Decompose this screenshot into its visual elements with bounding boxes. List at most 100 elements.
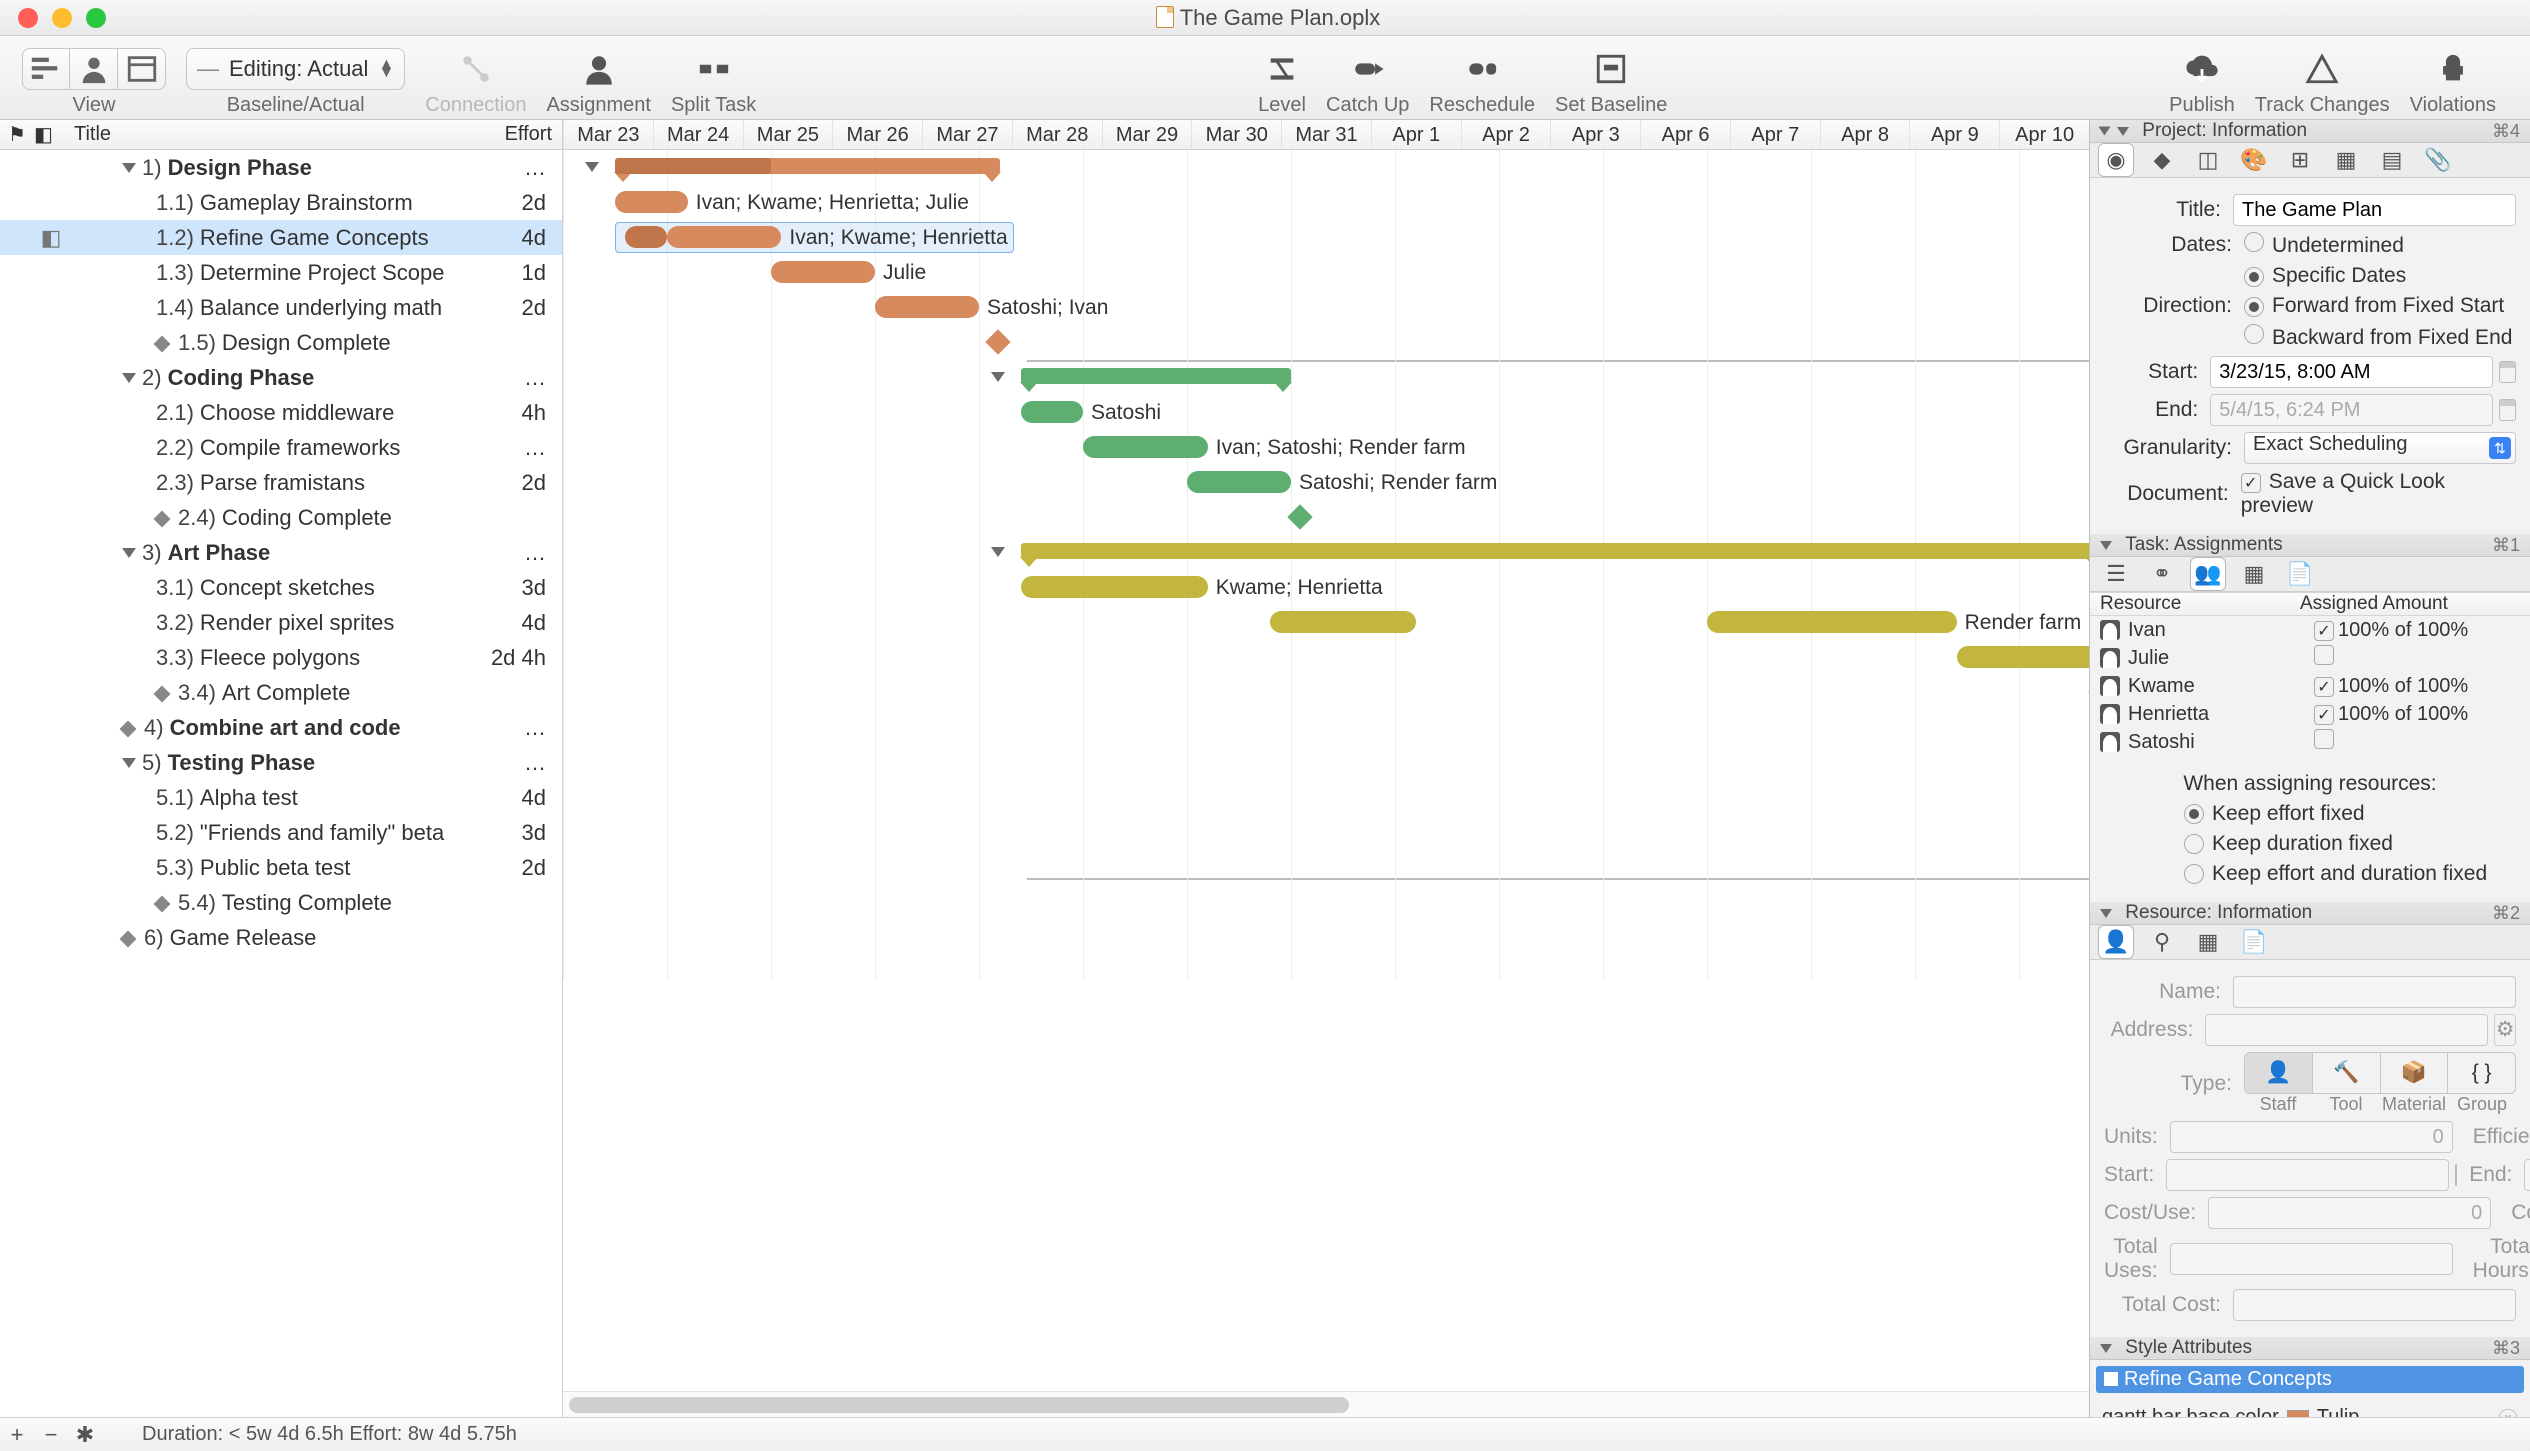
inspector-tab-format[interactable]: ⊞ <box>2282 143 2318 177</box>
resource-address-input <box>2205 1014 2488 1046</box>
resource-row[interactable]: Satoshi <box>2090 728 2530 756</box>
outline-row[interactable]: 3.1)Concept sketches 3d <box>0 570 562 605</box>
project-title-input[interactable] <box>2233 194 2516 226</box>
assign-checkbox[interactable] <box>2314 729 2334 749</box>
publish-button[interactable] <box>2178 48 2226 90</box>
quicklook-checkbox[interactable] <box>2241 473 2261 493</box>
resource-row[interactable]: Henrietta100% of 100% <box>2090 700 2530 728</box>
task-tab-5[interactable]: 📄 <box>2282 557 2318 591</box>
inspector-tab-dates[interactable]: ◫ <box>2190 143 2226 177</box>
remove-button[interactable]: − <box>34 1422 68 1448</box>
resource-type-segment[interactable]: 👤🔨📦{ } <box>2244 1052 2516 1094</box>
assign-checkbox[interactable] <box>2314 705 2334 725</box>
outline-row[interactable]: 4)Combine art and code … <box>0 710 562 745</box>
outline-row[interactable]: 2.4)Coding Complete <box>0 500 562 535</box>
outline-row[interactable]: 1)Design Phase … <box>0 150 562 185</box>
connection-button[interactable] <box>452 48 500 90</box>
res-tab-info[interactable]: 👤 <box>2098 925 2134 959</box>
outline-row[interactable]: 1.4)Balance underlying math 2d <box>0 290 562 325</box>
col-effort[interactable]: Effort <box>472 123 562 146</box>
inspector-tab-cal[interactable]: ▦ <box>2328 143 2364 177</box>
outline-row[interactable]: 5.3)Public beta test 2d <box>0 850 562 885</box>
res-tab-2[interactable]: ⚲ <box>2144 925 2180 959</box>
resource-row[interactable]: Ivan100% of 100% <box>2090 616 2530 644</box>
gear-icon[interactable]: ⚙ <box>2494 1014 2516 1046</box>
add-button[interactable]: + <box>0 1422 34 1448</box>
outline-row[interactable]: 2.2)Compile frameworks … <box>0 430 562 465</box>
person-icon <box>2100 648 2120 668</box>
outline-row[interactable]: 3)Art Phase … <box>0 535 562 570</box>
outline-row[interactable]: 3.2)Render pixel sprites 4d <box>0 605 562 640</box>
outline-row[interactable]: 1.1)Gameplay Brainstorm 2d <box>0 185 562 220</box>
granularity-select[interactable]: Exact Scheduling⇅ <box>2244 432 2516 464</box>
person-icon <box>2100 732 2120 752</box>
assign-checkbox[interactable] <box>2314 677 2334 697</box>
task-tab-2[interactable]: ⚭ <box>2144 557 2180 591</box>
assign-checkbox[interactable] <box>2314 645 2334 665</box>
view-resource-button[interactable] <box>70 48 118 90</box>
inspector-tab-milestone[interactable]: ◆ <box>2144 143 2180 177</box>
outline-row[interactable]: 6)Game Release <box>0 920 562 955</box>
style-selection[interactable]: Refine Game Concepts <box>2096 1366 2524 1393</box>
resource-name-input <box>2233 976 2516 1008</box>
view-calendar-button[interactable] <box>118 48 166 90</box>
outline-row[interactable]: 1.3)Determine Project Scope 1d <box>0 255 562 290</box>
outline-row[interactable]: 5.1)Alpha test 4d <box>0 780 562 815</box>
violations-button[interactable] <box>2429 48 2477 90</box>
zoom-window-button[interactable] <box>86 8 106 28</box>
keep-duration-radio[interactable] <box>2184 834 2204 854</box>
set-baseline-button[interactable] <box>1587 48 1635 90</box>
outline-row[interactable]: 3.3)Fleece polygons 2d 4h <box>0 640 562 675</box>
direction-forward-radio[interactable] <box>2244 297 2264 317</box>
direction-backward-radio[interactable] <box>2244 324 2264 344</box>
assign-checkbox[interactable] <box>2314 621 2334 641</box>
inspector-tab-table[interactable]: ▤ <box>2374 143 2410 177</box>
baseline-select[interactable]: — Editing: Actual ▲▼ <box>186 48 405 90</box>
outline-row[interactable]: ◧ 1.2)Refine Game Concepts 4d <box>0 220 562 255</box>
task-tab-assignments[interactable]: 👥 <box>2190 557 2226 591</box>
gantt-scrollbar[interactable] <box>563 1391 2089 1417</box>
res-tab-4[interactable]: 📄 <box>2236 925 2272 959</box>
inspector-tab-info[interactable]: ◉ <box>2098 143 2134 177</box>
outline-row[interactable]: 2.1)Choose middleware 4h <box>0 395 562 430</box>
task-tab-1[interactable]: ☰ <box>2098 557 2134 591</box>
action-menu-button[interactable]: ✱ <box>68 1422 102 1448</box>
outline-row[interactable]: 5.2)"Friends and family" beta 3d <box>0 815 562 850</box>
color-swatch[interactable] <box>2287 1410 2309 1418</box>
close-window-button[interactable] <box>18 8 38 28</box>
split-task-button[interactable] <box>690 48 738 90</box>
calendar-icon[interactable] <box>2499 361 2516 383</box>
dates-specific-radio[interactable] <box>2244 267 2264 287</box>
keep-effort-radio[interactable] <box>2184 804 2204 824</box>
toolbar: View — Editing: Actual ▲▼ Baseline/Actua… <box>0 36 2530 120</box>
task-outline[interactable]: ⚑ ◧ Title Effort 1)Design Phase … 1.1)Ga… <box>0 120 563 1417</box>
clear-style-button[interactable]: ⓧ <box>2498 1403 2518 1417</box>
status-bar: + − ✱ Duration: < 5w 4d 6.5h Effort: 8w … <box>0 1417 2530 1451</box>
outline-row[interactable]: 3.4)Art Complete <box>0 675 562 710</box>
outline-row[interactable]: 5.4)Testing Complete <box>0 885 562 920</box>
col-title[interactable]: Title <box>68 123 472 146</box>
resource-row[interactable]: Kwame100% of 100% <box>2090 672 2530 700</box>
inspector-tab-attach[interactable]: 📎 <box>2420 143 2456 177</box>
split-label: Split Task <box>671 94 756 117</box>
outline-row[interactable]: 5)Testing Phase … <box>0 745 562 780</box>
project-start-input[interactable] <box>2210 356 2493 388</box>
resource-row[interactable]: Julie <box>2090 644 2530 672</box>
dates-undetermined-radio[interactable] <box>2244 232 2264 252</box>
person-icon <box>2100 676 2120 696</box>
assignment-button[interactable] <box>575 48 623 90</box>
catch-up-button[interactable] <box>1344 48 1392 90</box>
outline-row[interactable]: 1.5)Design Complete <box>0 325 562 360</box>
gantt-chart[interactable]: Mar 23Mar 24Mar 25Mar 26Mar 27Mar 28Mar … <box>563 120 2090 1417</box>
keep-both-radio[interactable] <box>2184 864 2204 884</box>
outline-row[interactable]: 2)Coding Phase … <box>0 360 562 395</box>
view-gantt-button[interactable] <box>22 48 70 90</box>
level-button[interactable] <box>1258 48 1306 90</box>
res-tab-3[interactable]: ▦ <box>2190 925 2226 959</box>
minimize-window-button[interactable] <box>52 8 72 28</box>
outline-row[interactable]: 2.3)Parse framistans 2d <box>0 465 562 500</box>
reschedule-button[interactable] <box>1458 48 1506 90</box>
task-tab-4[interactable]: ▦ <box>2236 557 2272 591</box>
track-changes-button[interactable] <box>2298 48 2346 90</box>
inspector-tab-colors[interactable]: 🎨 <box>2236 143 2272 177</box>
